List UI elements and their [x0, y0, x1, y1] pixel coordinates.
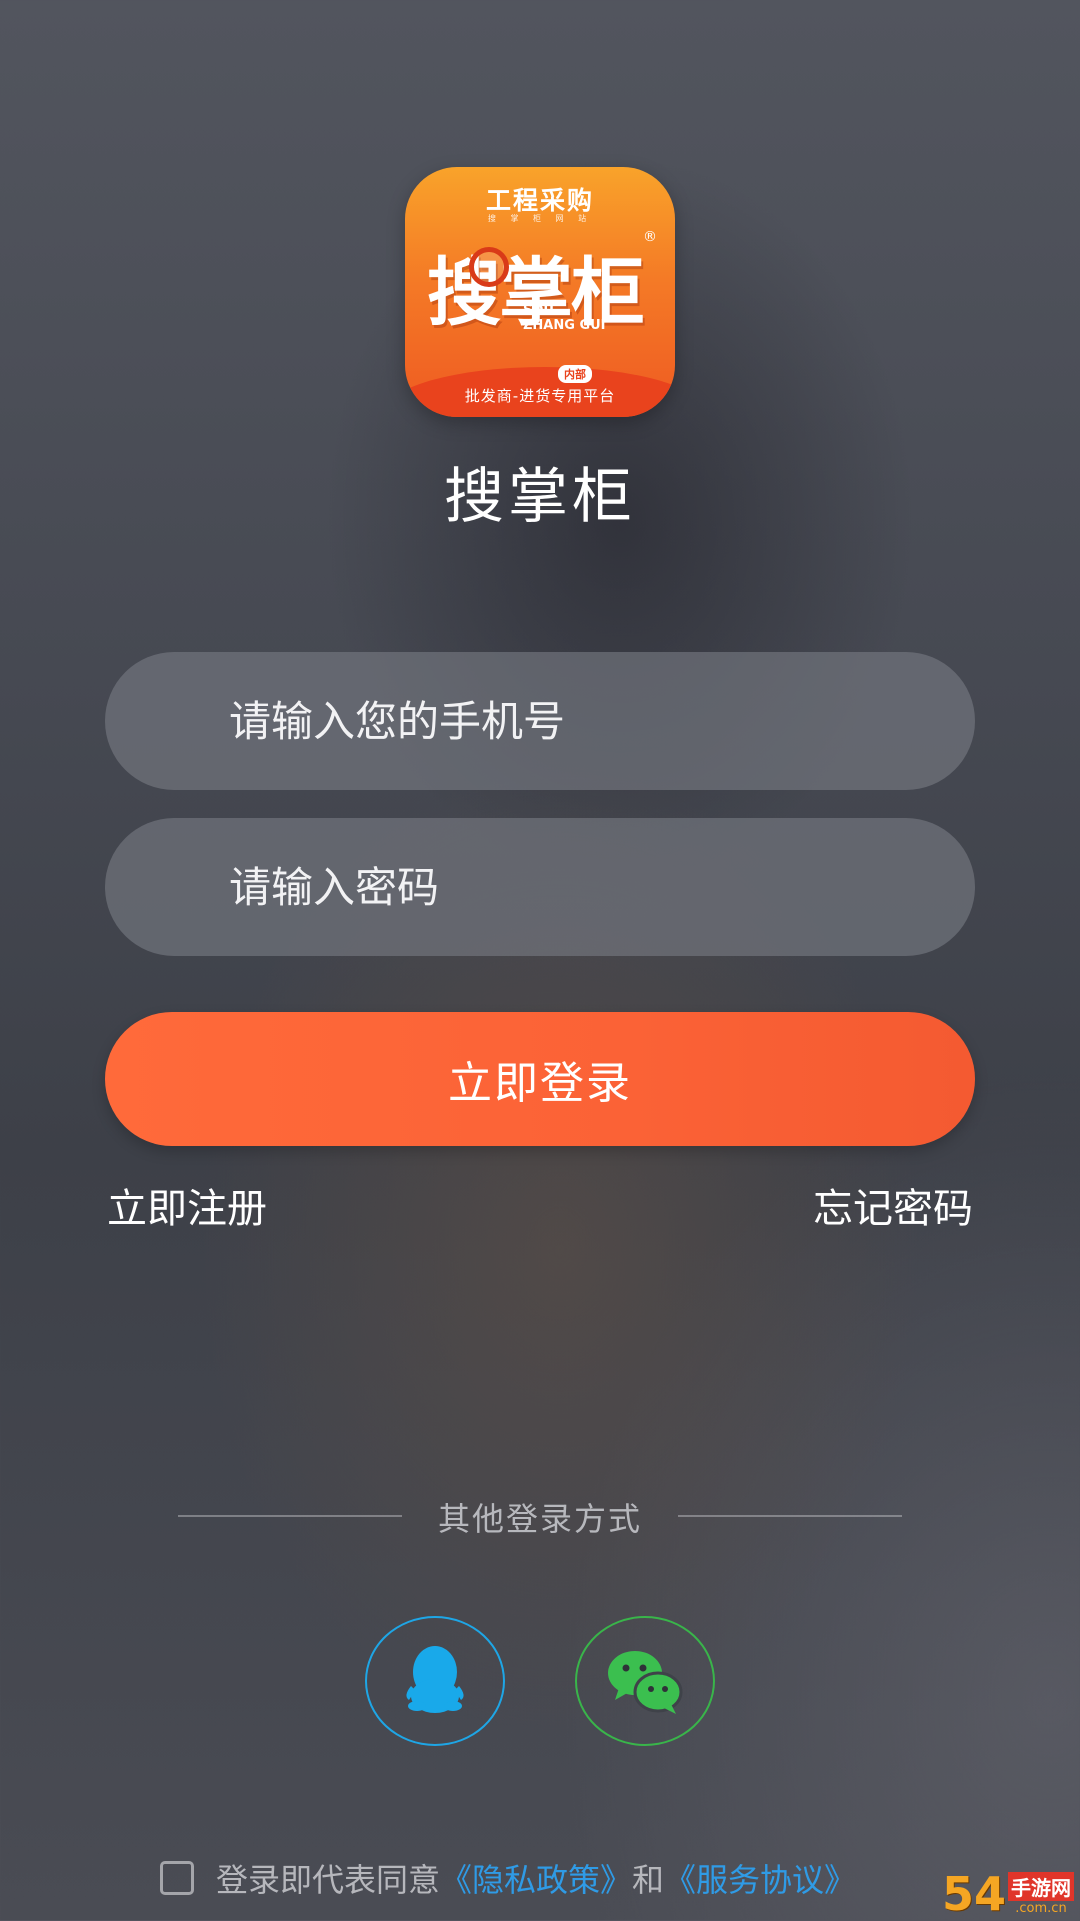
service-agreement-link[interactable]: 《服务协议》 [664, 1855, 856, 1901]
password-input[interactable] [227, 861, 871, 913]
agreement-and: 和 [632, 1861, 665, 1899]
phone-input[interactable] [227, 695, 871, 747]
qq-login-button[interactable] [365, 1616, 505, 1746]
logo-pinyin-line1: SOU [523, 303, 554, 318]
watermark-text: 手游网 .com.cn [1008, 1872, 1074, 1916]
magnifier-icon [469, 247, 509, 287]
app-title: 搜掌柜 [444, 462, 636, 532]
registered-mark: ® [643, 229, 657, 245]
logo-bottom-text: 批发商-进货专用平台 [464, 387, 616, 405]
watermark-logo: 54 [941, 1867, 1006, 1921]
watermark-cn: 手游网 [1008, 1872, 1074, 1901]
login-button[interactable]: 立即登录 [105, 1012, 975, 1146]
wechat-icon [608, 1651, 683, 1714]
register-link[interactable]: 立即注册 [107, 1176, 267, 1234]
logo-tag: 内部 [558, 365, 592, 383]
phone-field-container[interactable] [105, 652, 975, 790]
privacy-policy-link[interactable]: 《隐私政策》 [440, 1855, 632, 1901]
agreement-row: 登录即代表同意 《隐私政策》 和 《服务协议》 [160, 1855, 856, 1901]
logo-top-text: 工程采购 [485, 186, 594, 215]
agreement-checkbox[interactable] [160, 1861, 194, 1895]
logo-pinyin: SOU ZHANG GUI [523, 303, 606, 333]
forgot-password-link[interactable]: 忘记密码 [813, 1176, 973, 1234]
logo-pinyin-line2: ZHANG GUI [523, 318, 606, 333]
watermark-url: .com.cn [1015, 1901, 1067, 1916]
divider-right [678, 1515, 902, 1517]
app-logo: 工程采购 搜 掌 柜 网 站 搜掌柜 ® SOU ZHANG GUI 内部 批发… [405, 167, 675, 417]
watermark: 54 手游网 .com.cn [941, 1867, 1074, 1921]
qq-penguin-icon [406, 1646, 464, 1713]
logo-sub-text: 搜 掌 柜 网 站 [487, 214, 593, 223]
password-field-container[interactable] [105, 818, 975, 956]
wechat-login-button[interactable] [575, 1616, 715, 1746]
other-login-label: 其他登录方式 [437, 1500, 642, 1538]
agreement-prefix: 登录即代表同意 [216, 1861, 441, 1899]
